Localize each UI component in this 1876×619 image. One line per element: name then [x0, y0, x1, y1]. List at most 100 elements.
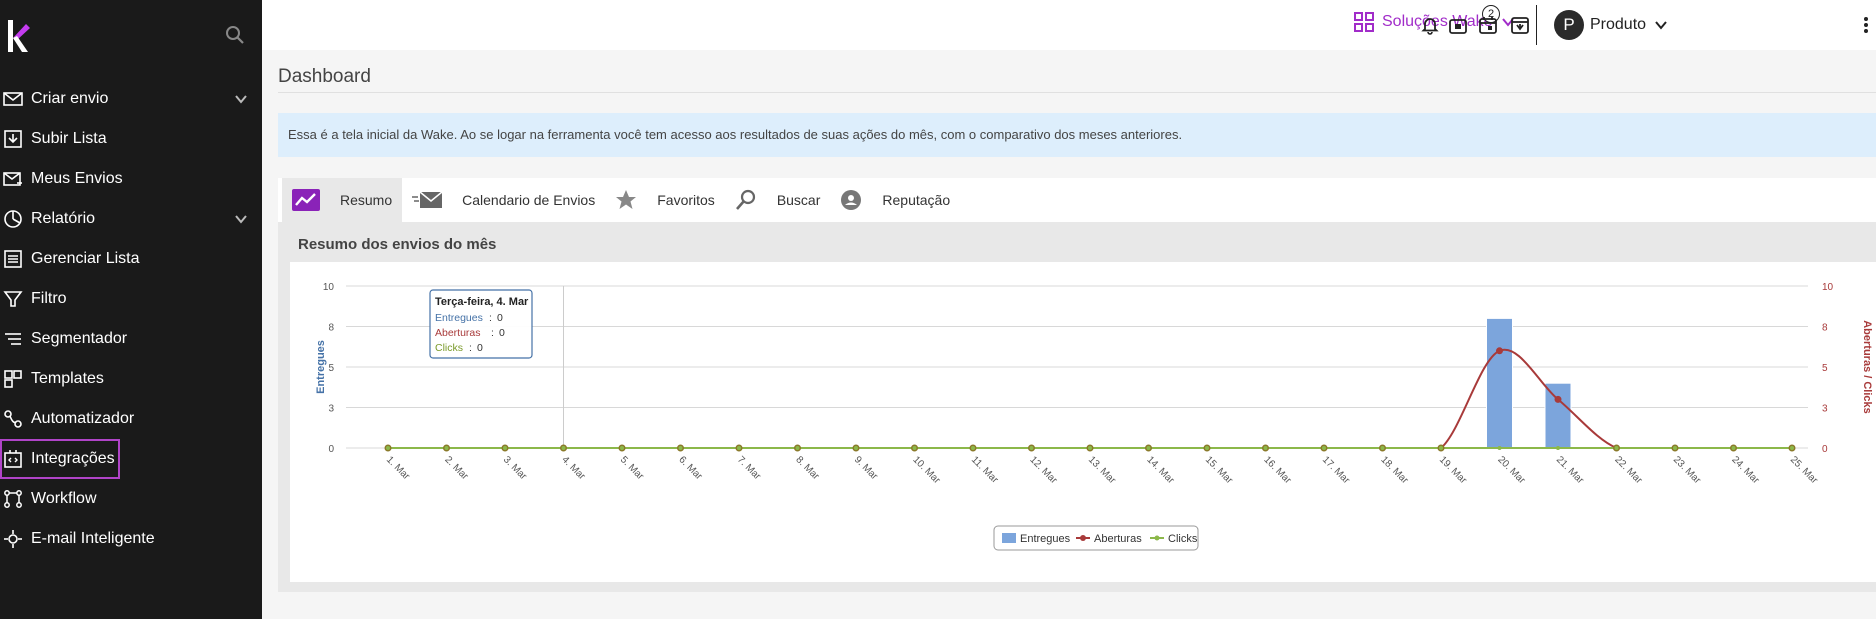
x-tick-label: 12. Mar	[1027, 454, 1059, 486]
point-clicks[interactable]	[1790, 446, 1794, 450]
point-clicks[interactable]	[1088, 446, 1092, 450]
point-clicks[interactable]	[1556, 446, 1560, 450]
upload-list-icon	[2, 128, 24, 150]
x-tick-label: 13. Mar	[1086, 454, 1118, 486]
tab-buscar[interactable]: Buscar	[725, 178, 831, 222]
y-tick-label-right: 5	[1822, 363, 1828, 374]
sidebar-item-label: Gerenciar Lista	[31, 250, 140, 267]
sidebar-item-label: Relatório	[31, 210, 96, 227]
point-clicks[interactable]	[854, 446, 858, 450]
point-clicks[interactable]	[561, 446, 566, 450]
user-menu[interactable]: P Produto	[1554, 10, 1668, 40]
point-clicks[interactable]	[1614, 446, 1619, 450]
bar-entregues[interactable]	[1486, 317, 1513, 449]
x-tick-label: 2. Mar	[442, 454, 470, 482]
legend-swatch-entregues	[1002, 533, 1016, 543]
point-clicks[interactable]	[1497, 446, 1502, 450]
search-icon[interactable]	[224, 24, 246, 46]
list-icon	[2, 248, 24, 270]
chart-container: 0 0 3 3 5 5 8 8 10 10 Entregues Aberturas / Clicks 1…	[290, 262, 1876, 582]
x-tick-label: 3. Mar	[501, 454, 529, 482]
point-clicks[interactable]	[678, 446, 683, 450]
calendar-icon[interactable]	[1476, 13, 1500, 37]
x-tick-label: 18. Mar	[1378, 454, 1410, 486]
sidebar: Criar envio Subir Lista Meus Envios Relatór…	[0, 0, 262, 619]
point-clicks[interactable]	[1205, 446, 1209, 450]
point-clicks[interactable]	[1380, 446, 1385, 450]
legend-label[interactable]: Clicks	[1168, 533, 1198, 545]
point-clicks[interactable]	[1146, 446, 1151, 450]
sidebar-item-label: Subir Lista	[31, 130, 107, 147]
point-clicks[interactable]	[1439, 446, 1443, 450]
topbar: Soluções Wake P Produto 2	[262, 0, 1876, 50]
sidebar-item-gerenciar-lista[interactable]: Gerenciar Lista	[0, 239, 262, 279]
x-tick-label: 24. Mar	[1729, 454, 1761, 486]
sidebar-item-e-mail-inteligente[interactable]: E-mail Inteligente	[0, 519, 262, 559]
pie-chart-icon	[2, 208, 24, 230]
sidebar-item-relatorio[interactable]: Relatório	[0, 199, 262, 239]
tooltip-value: 0	[499, 327, 505, 339]
smart-mail-icon	[2, 528, 24, 550]
x-tick-label: 21. Mar	[1554, 454, 1586, 486]
point-clicks[interactable]	[737, 446, 741, 450]
point-clicks[interactable]	[620, 446, 624, 450]
x-tick-label: 14. Mar	[1144, 454, 1176, 486]
sidebar-item-templates[interactable]: Templates	[0, 359, 262, 399]
legend-label[interactable]: Aberturas	[1094, 533, 1142, 545]
point-clicks[interactable]	[1673, 446, 1677, 450]
y-tick-label-right: 0	[1822, 444, 1828, 455]
chevron-down-icon[interactable]	[233, 91, 249, 107]
sidebar-item-automatizador[interactable]: Automatizador	[0, 399, 262, 439]
point-clicks[interactable]	[1263, 446, 1268, 450]
sidebar-item-segmentador[interactable]: Segmentador	[0, 319, 262, 359]
workflow-icon	[2, 488, 24, 510]
sidebar-item-subir-lista[interactable]: Subir Lista	[0, 119, 262, 159]
point-clicks[interactable]	[386, 446, 390, 450]
tooltip-label: Entregues	[435, 312, 483, 324]
tab-label: Buscar	[776, 192, 821, 208]
sidebar-item-criar-envio[interactable]: Criar envio	[0, 79, 262, 119]
x-tick-label: 6. Mar	[676, 454, 704, 482]
download-box-icon[interactable]	[1508, 13, 1532, 37]
tooltip-separator: :	[491, 327, 494, 339]
x-tick-label: 19. Mar	[1437, 454, 1469, 486]
wake-logo[interactable]	[6, 20, 32, 52]
point-aberturas[interactable]	[1496, 347, 1503, 355]
point-clicks[interactable]	[503, 446, 507, 450]
tooltip-label: Aberturas	[435, 327, 481, 339]
point-clicks[interactable]	[1731, 446, 1736, 450]
notifications-box-icon[interactable]	[1446, 13, 1470, 37]
tab-calendario-de-envios[interactable]: Calendario de Envios	[402, 178, 605, 222]
point-clicks[interactable]	[795, 446, 800, 450]
x-tick-label: 15. Mar	[1203, 454, 1235, 486]
x-tick-label: 5. Mar	[618, 454, 646, 482]
y-tick-label-right: 10	[1822, 282, 1834, 293]
sidebar-item-filtro[interactable]: Filtro	[0, 279, 262, 319]
sidebar-item-integracoes[interactable]: Integrações	[0, 439, 120, 479]
bell-icon[interactable]	[1418, 13, 1442, 37]
sidebar-item-meus-envios[interactable]: Meus Envios	[0, 159, 262, 199]
tab-reputacao[interactable]: Reputação	[830, 178, 960, 222]
tab-favoritos[interactable]: Favoritos	[605, 178, 725, 222]
integration-icon	[2, 448, 24, 470]
tab-resumo[interactable]: Resumo	[282, 178, 403, 222]
chevron-down-icon[interactable]	[233, 211, 249, 227]
filter-icon	[2, 288, 24, 310]
bar-entregues[interactable]	[1544, 382, 1572, 449]
point-clicks[interactable]	[912, 446, 917, 450]
mail-icon	[2, 88, 24, 110]
line-aberturas	[388, 348, 1792, 449]
sent-mail-icon	[2, 168, 24, 190]
legend-label[interactable]: Entregues	[1020, 533, 1071, 545]
tooltip-separator: :	[469, 342, 472, 354]
sidebar-item-workflow[interactable]: Workflow	[0, 479, 262, 519]
point-clicks[interactable]	[444, 446, 449, 450]
point-clicks[interactable]	[971, 446, 975, 450]
tooltip-label: Clicks	[435, 342, 463, 354]
x-tick-label: 11. Mar	[969, 454, 1001, 486]
point-clicks[interactable]	[1029, 446, 1034, 450]
point-aberturas[interactable]	[1554, 395, 1562, 403]
automation-icon	[2, 408, 24, 430]
more-vertical-icon[interactable]	[1854, 13, 1876, 37]
point-clicks[interactable]	[1322, 446, 1326, 450]
